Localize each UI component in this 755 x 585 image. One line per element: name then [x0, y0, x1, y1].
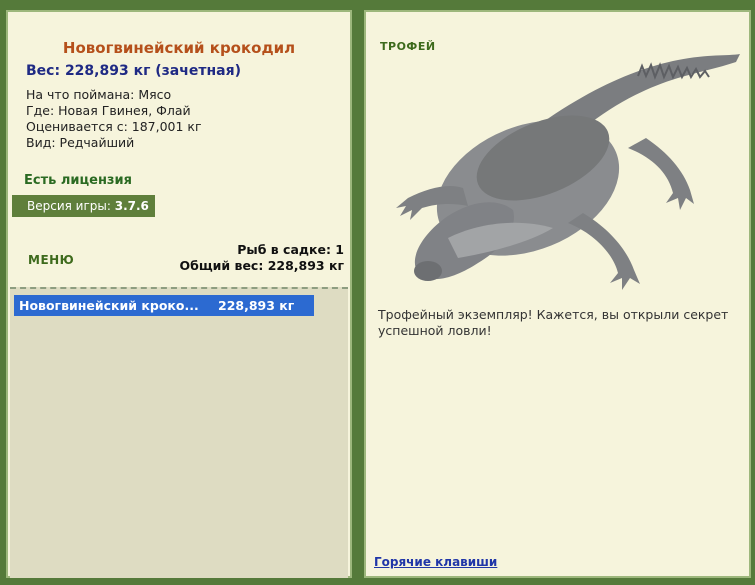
crocodile-image [378, 38, 748, 293]
fish-info-panel: Новогвинейский крокодил Вес: 228,893 кг … [6, 10, 352, 578]
hotkeys-link[interactable]: Горячие клавиши [374, 555, 497, 569]
license-status: Есть лицензия [24, 173, 132, 188]
version-value: 3.7.6 [114, 199, 149, 213]
keepnet-count: Рыб в садке: 1 [237, 242, 344, 257]
list-item[interactable]: Новогвинейский кроко... 228,893 кг [14, 295, 314, 316]
fish-location: Где: Новая Гвинея, Флай [26, 103, 191, 118]
list-item-weight: 228,893 кг [218, 298, 295, 313]
keepnet-list: Новогвинейский кроко... 228,893 кг [10, 287, 348, 578]
fish-weight: Вес: 228,893 кг (зачетная) [26, 63, 241, 79]
trophy-panel: ТРОФЕЙ Трофейный экземпляр! Кажется, вы … [364, 10, 751, 578]
keepnet-stats: Рыб в садке: 1 Общий вес: 228,893 кг [180, 242, 345, 274]
menu-button[interactable]: МЕНЮ [28, 253, 74, 267]
version-label: Версия игры: [27, 199, 111, 213]
fish-rarity: Вид: Редчайший [26, 135, 135, 150]
keepnet-total-weight: Общий вес: 228,893 кг [179, 258, 345, 273]
fish-bait: На что поймана: Мясо [26, 87, 172, 102]
game-version: Версия игры: 3.7.6 [12, 195, 155, 217]
fish-rated-from: Оценивается с: 187,001 кг [26, 119, 202, 134]
list-item-name: Новогвинейский кроко... [19, 298, 199, 313]
trophy-text: Трофейный экземпляр! Кажется, вы открыли… [378, 307, 729, 338]
trophy-label: ТРОФЕЙ [380, 40, 436, 53]
fish-title: Новогвинейский крокодил [62, 39, 296, 57]
